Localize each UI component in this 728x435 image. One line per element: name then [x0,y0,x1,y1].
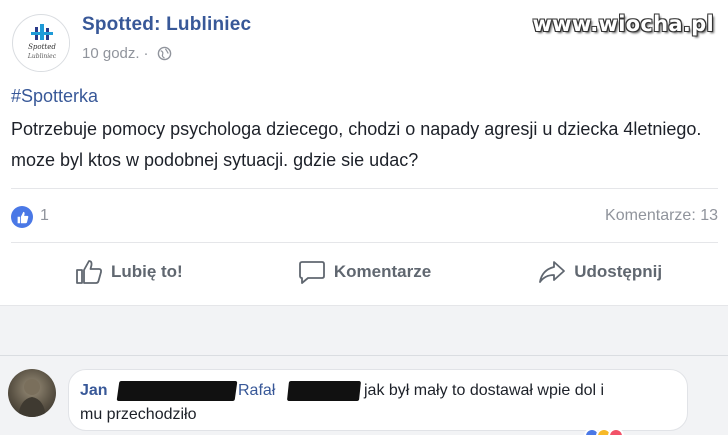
redacted-mention-surname [286,381,362,401]
page-logo-icon: Spotted Lubliniec [14,16,69,71]
post-time[interactable]: 10 godz. [82,45,140,62]
like-button[interactable]: Lubię to! [11,252,247,292]
globe-icon[interactable] [157,46,172,61]
love-reaction-icon [608,428,624,435]
share-button[interactable]: Udostępnij [482,252,718,292]
like-reaction-icon[interactable] [11,206,33,228]
hashtag-link[interactable]: #Spotterka [11,86,98,107]
meta-separator: · [143,45,149,62]
post-text: Potrzebuje pomocy psychologa dziecego, c… [11,119,702,170]
divider [11,242,718,243]
comment-text-line2: mu przechodziło [80,406,197,423]
comment-reactions[interactable] [584,428,624,435]
post-actions-bar: Lubię to! Komentarze Udostępnij [11,252,718,292]
divider [11,188,718,189]
comments-count[interactable]: Komentarze: 13 [605,207,718,225]
share-button-label: Udostępnij [574,262,663,281]
thumbs-up-icon [76,260,102,284]
comment-author-link[interactable]: Jan [80,382,108,400]
commenter-photo [18,379,46,417]
watermark-logo: www.wiocha.pl [532,12,714,36]
svg-text:Spotted: Spotted [28,43,56,51]
feed-separator [0,305,728,355]
comment-button[interactable]: Komentarze [247,252,483,292]
svg-text:Lubliniec: Lubliniec [27,53,57,60]
like-button-label: Lubię to! [110,262,183,281]
comment-mention-link[interactable]: Rafał [238,382,275,400]
comment-button-label: Komentarze [333,262,432,281]
redacted-author-surname [116,381,238,401]
page-avatar[interactable]: Spotted Lubliniec [12,14,70,72]
likes-count[interactable]: 1 [40,207,49,225]
comment-bubble-icon [298,261,325,284]
share-arrow-icon [539,261,566,283]
post-meta: 10 godz. · [82,45,172,62]
comment-text-line1: jak był mały to dostawał wpie dol i [364,382,605,399]
commenter-avatar[interactable] [8,369,56,417]
page-name-link[interactable]: Spotted: Lubliniec [82,14,251,36]
